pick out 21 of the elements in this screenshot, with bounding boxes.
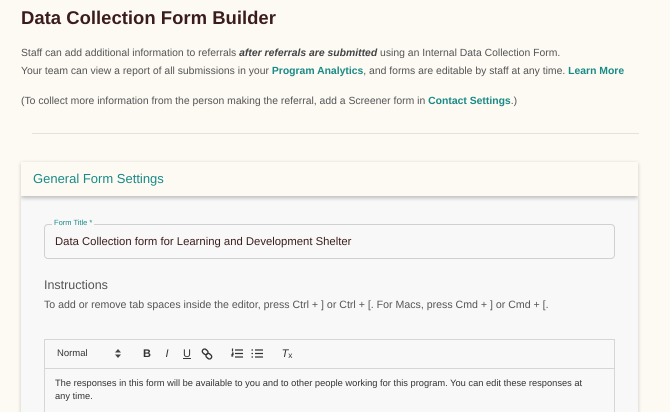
- paragraph-text: Your team can view a report of all submissions in your Program Analytics, and forms are editable by staff at any time. Learn More: [21, 65, 626, 80]
- text-link[interactable]: Program Analytics: [272, 66, 364, 78]
- ordered-list-icon: [231, 348, 243, 360]
- text-field[interactable]: Data Collection form for Learning and Development Shelter: [44, 224, 615, 260]
- bold-button[interactable]: B: [137, 344, 157, 364]
- sort-arrows-icon: [115, 349, 121, 358]
- card-title: General Form Settings: [33, 170, 164, 188]
- editor-text: The responses in this form will be available to you and to other people working for this program. You can edit these responses at any time.: [54, 376, 584, 403]
- section-heading: Instructions: [44, 277, 109, 294]
- italic-button[interactable]: I: [157, 344, 177, 364]
- page-title: Data Collection Form Builder: [21, 7, 277, 30]
- underline-button[interactable]: U: [177, 344, 197, 364]
- paragraph-text: Staff can add additional information to referrals after referrals are submitted using an Internal Data Collection Form.: [21, 47, 562, 62]
- text-link[interactable]: Learn More: [568, 66, 624, 78]
- paragraph-text: (To collect more information from the person making the referral, add a Screener form in Contact Settings.): [21, 95, 518, 110]
- clear-format-button[interactable]: T$_{x}$: [277, 344, 297, 364]
- text-link[interactable]: Contact Settings: [428, 96, 511, 108]
- bullet-list-icon: [251, 348, 263, 360]
- link-icon: [201, 348, 213, 360]
- format-dropdown[interactable]: Normal: [55, 346, 129, 361]
- hint-text: To add or remove tab spaces inside the editor, press Ctrl + ] or Ctrl + [. For Macs, press Cmd + ] or Cmd + [.: [44, 298, 550, 313]
